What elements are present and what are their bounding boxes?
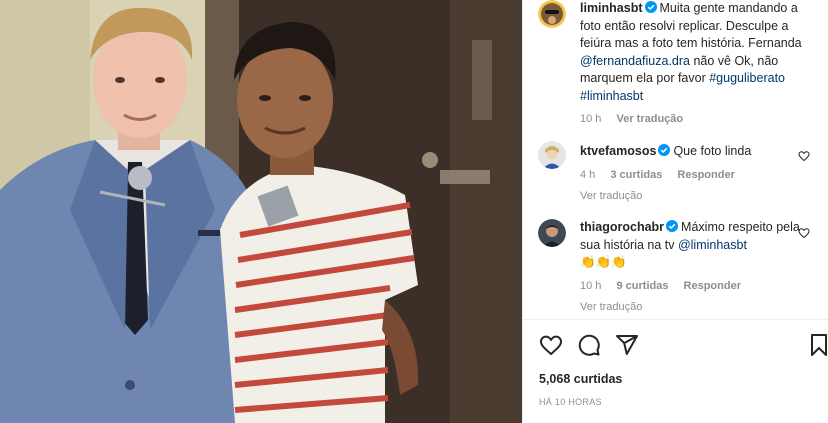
send-icon[interactable] [615, 333, 639, 357]
commenter-avatar[interactable] [538, 141, 566, 169]
instagram-post: liminhasbt Muita gente mandando a foto en… [0, 0, 828, 423]
comment-age[interactable]: 4 h [580, 169, 595, 181]
caption-meta: 10 h Ver tradução [580, 111, 818, 129]
comment-age[interactable]: 10 h [580, 280, 601, 292]
action-bar [537, 333, 827, 359]
comment-like-heart-icon[interactable] [798, 227, 810, 239]
mention-link[interactable]: @liminhasbt [678, 238, 747, 252]
commenter-username[interactable]: ktvefamosos [580, 144, 656, 158]
caption-text: liminhasbt Muita gente mandando a foto en… [580, 0, 818, 105]
comment-text: thiagorochabr Máximo respeito pela sua hi… [580, 219, 818, 272]
caption-age[interactable]: 10 h [580, 113, 601, 125]
post-timestamp[interactable]: HÁ 10 HORAS [539, 397, 602, 407]
post-photo[interactable] [0, 0, 522, 423]
comment: thiagorochabr Máximo respeito pela sua hi… [538, 219, 818, 317]
comment-text: ktvefamosos Que foto linda [580, 143, 818, 161]
comment-likes[interactable]: 9 curtidas [616, 280, 668, 292]
divider [523, 319, 828, 320]
see-translation-button[interactable]: Ver tradução [580, 299, 818, 317]
reply-button[interactable]: Responder [677, 169, 734, 181]
see-translation-button[interactable]: Ver tradução [616, 113, 683, 125]
commenter-username[interactable]: thiagorochabr [580, 220, 664, 234]
likes-count[interactable]: 5,068 curtidas [539, 372, 622, 386]
comment-meta: 4 h 3 curtidas Responder [580, 167, 818, 185]
comment-body: Que foto linda [673, 144, 752, 158]
photo-illustration [0, 0, 522, 423]
comment-meta: 10 h 9 curtidas Responder [580, 278, 818, 296]
verified-badge-icon [658, 144, 671, 156]
comment-likes[interactable]: 3 curtidas [610, 169, 662, 181]
comment-like-heart-icon[interactable] [798, 150, 810, 162]
author-avatar[interactable] [538, 0, 566, 28]
comment: ktvefamosos Que foto linda 4 h 3 curtidas… [538, 141, 818, 206]
post-panel: liminhasbt Muita gente mandando a foto en… [522, 0, 828, 423]
verified-badge-icon [644, 1, 657, 13]
verified-badge-icon [666, 220, 679, 232]
hashtag-link[interactable]: #guguliberato [709, 71, 785, 85]
hashtag-link[interactable]: #liminhasbt [580, 89, 643, 103]
heart-icon[interactable] [539, 333, 563, 357]
reply-button[interactable]: Responder [684, 280, 741, 292]
clap-emoji: 👏👏👏 [580, 255, 627, 269]
author-username[interactable]: liminhasbt [580, 1, 643, 15]
commenter-avatar[interactable] [538, 219, 566, 247]
caption: liminhasbt Muita gente mandando a foto en… [538, 0, 818, 129]
see-translation-button[interactable]: Ver tradução [580, 188, 818, 206]
bookmark-icon[interactable] [807, 333, 828, 357]
mention-link[interactable]: @fernandafiuza.dra [580, 54, 690, 68]
comment-icon[interactable] [577, 333, 601, 357]
